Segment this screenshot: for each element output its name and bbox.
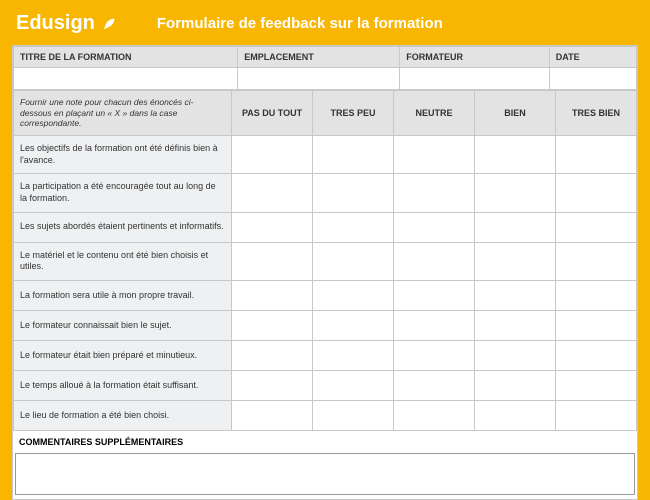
answer-9-5[interactable]	[555, 401, 636, 431]
question-9: Le lieu de formation a été bien choisi.	[14, 401, 232, 431]
answer-7-2[interactable]	[313, 341, 394, 371]
answer-3-4[interactable]	[475, 212, 556, 242]
page-title: Formulaire de feedback sur la formation	[157, 15, 443, 32]
answer-1-5[interactable]	[555, 135, 636, 173]
answer-3-1[interactable]	[232, 212, 313, 242]
question-4: Le matériel et le contenu ont été bien c…	[14, 242, 232, 280]
scale-2: TRES PEU	[313, 91, 394, 136]
meta-input-location[interactable]	[238, 68, 400, 90]
rating-table: Fournir une note pour chacun des énoncés…	[13, 90, 637, 431]
meta-header-date: DATE	[549, 47, 636, 68]
answer-8-1[interactable]	[232, 371, 313, 401]
scale-5: TRES BIEN	[555, 91, 636, 136]
feather-icon	[101, 16, 117, 32]
question-2: La participation a été encouragée tout a…	[14, 174, 232, 212]
scale-4: BIEN	[475, 91, 556, 136]
answer-5-3[interactable]	[394, 281, 475, 311]
answer-9-4[interactable]	[475, 401, 556, 431]
question-8: Le temps alloué à la formation était suf…	[14, 371, 232, 401]
answer-2-2[interactable]	[313, 174, 394, 212]
question-3: Les sujets abordés étaient pertinents et…	[14, 212, 232, 242]
answer-4-1[interactable]	[232, 242, 313, 280]
answer-3-5[interactable]	[555, 212, 636, 242]
question-1: Les objectifs de la formation ont été dé…	[14, 135, 232, 173]
brand-text: Edusign	[16, 12, 95, 35]
answer-5-1[interactable]	[232, 281, 313, 311]
question-6: Le formateur connaissait bien le sujet.	[14, 311, 232, 341]
instruction-cell: Fournir une note pour chacun des énoncés…	[14, 91, 232, 136]
header: Edusign Formulaire de feedback sur la fo…	[12, 12, 638, 45]
answer-7-4[interactable]	[475, 341, 556, 371]
answer-8-2[interactable]	[313, 371, 394, 401]
answer-6-1[interactable]	[232, 311, 313, 341]
answer-6-2[interactable]	[313, 311, 394, 341]
question-7: Le formateur était bien préparé et minut…	[14, 341, 232, 371]
meta-input-title[interactable]	[14, 68, 238, 90]
answer-4-4[interactable]	[475, 242, 556, 280]
answer-6-5[interactable]	[555, 311, 636, 341]
answer-6-3[interactable]	[394, 311, 475, 341]
scale-1: PAS DU TOUT	[232, 91, 313, 136]
comments-input[interactable]	[15, 453, 635, 495]
question-5: La formation sera utile à mon propre tra…	[14, 281, 232, 311]
answer-8-4[interactable]	[475, 371, 556, 401]
answer-3-3[interactable]	[394, 212, 475, 242]
answer-9-1[interactable]	[232, 401, 313, 431]
answer-4-3[interactable]	[394, 242, 475, 280]
comments-label: COMMENTAIRES SUPPLÉMENTAIRES	[13, 431, 637, 451]
answer-1-2[interactable]	[313, 135, 394, 173]
answer-4-5[interactable]	[555, 242, 636, 280]
brand-logo: Edusign	[16, 12, 117, 35]
answer-7-5[interactable]	[555, 341, 636, 371]
answer-8-3[interactable]	[394, 371, 475, 401]
meta-header-location: EMPLACEMENT	[238, 47, 400, 68]
answer-2-4[interactable]	[475, 174, 556, 212]
answer-3-2[interactable]	[313, 212, 394, 242]
answer-7-1[interactable]	[232, 341, 313, 371]
answer-9-2[interactable]	[313, 401, 394, 431]
meta-input-date[interactable]	[549, 68, 636, 90]
meta-header-title: TITRE DE LA FORMATION	[14, 47, 238, 68]
answer-1-1[interactable]	[232, 135, 313, 173]
form-sheet: TITRE DE LA FORMATION EMPLACEMENT FORMAT…	[12, 45, 638, 500]
meta-header-trainer: FORMATEUR	[400, 47, 550, 68]
meta-table: TITRE DE LA FORMATION EMPLACEMENT FORMAT…	[13, 46, 637, 90]
answer-6-4[interactable]	[475, 311, 556, 341]
answer-4-2[interactable]	[313, 242, 394, 280]
answer-5-2[interactable]	[313, 281, 394, 311]
answer-9-3[interactable]	[394, 401, 475, 431]
answer-2-3[interactable]	[394, 174, 475, 212]
answer-2-5[interactable]	[555, 174, 636, 212]
scale-3: NEUTRE	[394, 91, 475, 136]
answer-7-3[interactable]	[394, 341, 475, 371]
meta-input-trainer[interactable]	[400, 68, 550, 90]
answer-5-4[interactable]	[475, 281, 556, 311]
answer-5-5[interactable]	[555, 281, 636, 311]
answer-8-5[interactable]	[555, 371, 636, 401]
answer-2-1[interactable]	[232, 174, 313, 212]
answer-1-4[interactable]	[475, 135, 556, 173]
answer-1-3[interactable]	[394, 135, 475, 173]
